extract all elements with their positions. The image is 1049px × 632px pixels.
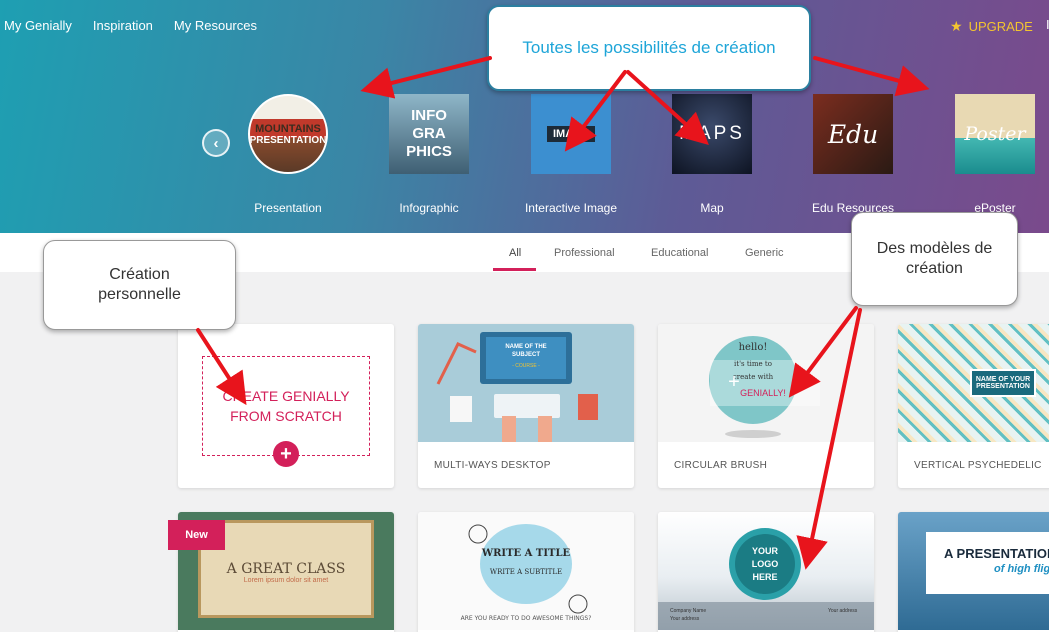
- doodle-illustration: WRITE A TITLE WRITE A SUBTITLE ARE YOU R…: [461, 524, 592, 622]
- preview-text: Lorem ipsum dolor sit amet: [243, 577, 329, 584]
- callout-text: Création: [109, 266, 170, 283]
- thumb-text: IMAGE: [546, 126, 596, 142]
- nav-my-genially[interactable]: My Genially: [4, 18, 72, 33]
- preview-text: LOGO: [752, 559, 779, 569]
- scratch-label: FROM SCRATCH: [230, 408, 342, 424]
- desktop-illustration: NAME OF THE SUBJECT - COURSE -: [436, 332, 598, 442]
- preview-text: WRITE A TITLE: [481, 548, 571, 559]
- callout-text: Des modèles de: [876, 240, 993, 257]
- scratch-label: CREATE GENIALLY: [222, 388, 350, 404]
- tab-educational[interactable]: Educational: [651, 247, 709, 259]
- map-thumbnail: MAPS: [672, 94, 752, 174]
- preview-text: of high flig: [994, 563, 1049, 575]
- preview-text: NAME OF THE: [505, 344, 546, 350]
- preview-text: PRESENTATION: [976, 383, 1030, 390]
- city-illustration: YOUR LOGO HERE Company Name Your address…: [658, 528, 874, 630]
- category-infographic[interactable]: INFO GRA PHICS Infographic: [364, 94, 494, 215]
- preview-text: YOUR: [752, 546, 779, 556]
- nav-my-resources[interactable]: My Resources: [174, 18, 257, 33]
- preview-text: Company Name: [670, 608, 706, 614]
- create-from-scratch-card[interactable]: CREATE GENIALLY FROM SCRATCH +: [178, 324, 394, 488]
- template-preview: YOUR LOGO HERE Company Name Your address…: [658, 512, 874, 630]
- template-card[interactable]: NAME OF THE SUBJECT - COURSE - MULTI-WAY…: [418, 324, 634, 488]
- tab-generic[interactable]: Generic: [745, 247, 784, 259]
- callout-personal: Création personnelle: [43, 240, 236, 330]
- preview-text: HERE: [752, 572, 777, 582]
- interactive-image-thumbnail: IMAGE: [531, 94, 611, 174]
- thumb-text: MOUNTAINS: [255, 122, 321, 135]
- brush-illustration: hello! it's time to create with GENIALLY…: [709, 336, 820, 438]
- category-label: Map: [700, 201, 724, 215]
- template-preview: hello! it's time to create with GENIALLY…: [658, 324, 874, 442]
- thumb-text: Edu: [827, 119, 879, 149]
- preview-title-box: A PRESENTATION of high flig: [926, 532, 1049, 594]
- category-presentation[interactable]: MOUNTAINS PRESENTATION Presentation: [223, 94, 353, 215]
- callout-text: personnelle: [98, 286, 181, 303]
- thumb-text: Poster: [964, 123, 1026, 145]
- preview-text: it's time to: [734, 360, 772, 368]
- active-tab-indicator: [493, 268, 536, 271]
- thumb-text: GRA: [412, 125, 446, 142]
- callout-all-possibilities: Toutes les possibilités de création: [487, 5, 811, 91]
- callout-templates: Des modèles de création: [851, 212, 1018, 306]
- category-map[interactable]: MAPS Map: [647, 94, 777, 215]
- preview-text: WRITE A SUBTITLE: [490, 568, 562, 576]
- callout-text: création: [906, 260, 963, 277]
- category-edu-resources[interactable]: Edu Edu Resources: [788, 94, 918, 215]
- template-preview: WRITE A TITLE WRITE A SUBTITLE ARE YOU R…: [418, 512, 634, 630]
- svg-text:+: +: [728, 371, 740, 393]
- category-label: Infographic: [399, 201, 459, 215]
- callout-text: Toutes les possibilités de création: [522, 38, 776, 57]
- upgrade-button[interactable]: ★ UPGRADE: [950, 18, 1033, 35]
- upgrade-label: UPGRADE: [968, 19, 1033, 34]
- eposter-thumbnail: Poster: [955, 94, 1035, 174]
- preview-text: A GREAT CLASS: [226, 561, 346, 577]
- category-eposter[interactable]: Poster ePoster: [930, 94, 1049, 215]
- tab-all[interactable]: All: [509, 247, 521, 259]
- preview-text: Your address: [828, 608, 858, 614]
- thumb-text: PHICS: [406, 143, 452, 160]
- template-card[interactable]: YOUR LOGO HERE Company Name Your address…: [658, 512, 874, 632]
- thumb-text: MAPS: [679, 123, 745, 144]
- template-preview: NAME OF THE SUBJECT - COURSE -: [418, 324, 634, 442]
- preview-text: - COURSE -: [512, 363, 540, 369]
- category-label: Interactive Image: [524, 201, 618, 215]
- template-card[interactable]: NAME OF YOUR PRESENTATION VERTICAL PSYCH…: [898, 324, 1049, 488]
- category-interactive-image[interactable]: IMAGE Interactive Image: [506, 94, 636, 215]
- preview-text: ARE YOU READY TO DO AWESOME THINGS?: [461, 615, 592, 622]
- category-label: Presentation: [254, 201, 322, 215]
- template-preview: A PRESENTATION of high flig: [898, 512, 1049, 630]
- plus-icon[interactable]: +: [273, 441, 299, 467]
- thumb-text: INFO: [411, 107, 447, 124]
- template-card[interactable]: hello! it's time to create with GENIALLY…: [658, 324, 874, 488]
- edu-resources-thumbnail: Edu: [813, 94, 893, 174]
- thumb-text: PRESENTATION: [249, 134, 327, 146]
- tab-professional[interactable]: Professional: [554, 247, 615, 259]
- new-badge: New: [168, 520, 225, 550]
- template-preview: NAME OF YOUR PRESENTATION: [898, 324, 1049, 442]
- template-name: MULTI-WAYS DESKTOP: [434, 460, 551, 471]
- star-icon: ★: [950, 18, 963, 34]
- preview-text: NAME OF YOUR: [975, 376, 1031, 383]
- preview-text: SUBJECT: [512, 352, 540, 358]
- preview-text: GENIALLY!: [740, 388, 786, 398]
- infographic-thumbnail: INFO GRA PHICS: [389, 94, 469, 174]
- template-card[interactable]: A PRESENTATION of high flig: [898, 512, 1049, 632]
- template-name: CIRCULAR BRUSH: [674, 460, 768, 471]
- presentation-thumbnail: MOUNTAINS PRESENTATION: [248, 94, 328, 174]
- template-card[interactable]: WRITE A TITLE WRITE A SUBTITLE ARE YOU R…: [418, 512, 634, 632]
- preview-text: Your address: [670, 616, 700, 622]
- preview-title-box: NAME OF YOUR PRESENTATION: [970, 369, 1036, 397]
- preview-text: A PRESENTATION: [944, 546, 1049, 561]
- nav-inspiration[interactable]: Inspiration: [93, 18, 153, 33]
- top-navigation: My Genially Inspiration My Resources: [4, 18, 257, 33]
- template-name: VERTICAL PSYCHEDELIC: [914, 460, 1042, 471]
- preview-text: hello!: [739, 342, 768, 353]
